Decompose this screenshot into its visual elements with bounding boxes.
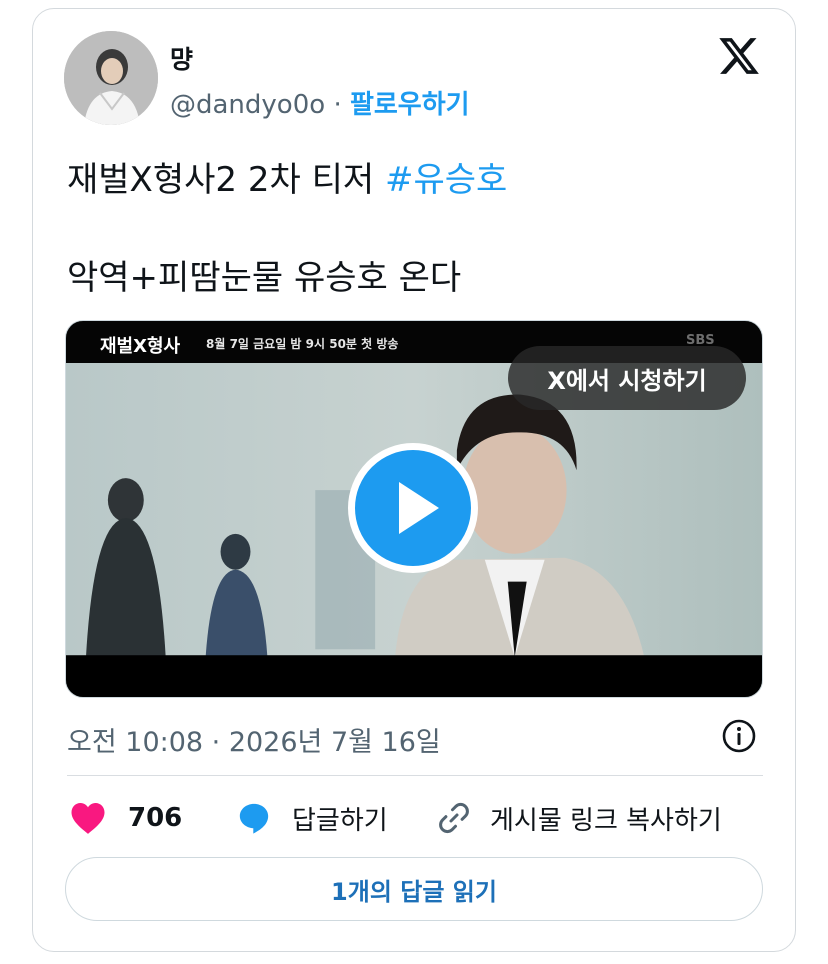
video-player[interactable]: 재벌X형사 8월 7일 금요일 밤 9시 50분 첫 방송 SBS X에서 시청… xyxy=(65,320,763,698)
avatar[interactable] xyxy=(64,31,158,125)
author-handle-row: @dandyo0o · 팔로우하기 xyxy=(170,84,470,121)
separator: · xyxy=(333,90,342,120)
reply-label: 답글하기 xyxy=(292,805,388,836)
author-name[interactable]: 먕 xyxy=(170,40,193,76)
info-icon[interactable] xyxy=(720,717,758,755)
follow-button[interactable]: 팔로우하기 xyxy=(350,90,470,120)
divider xyxy=(67,775,763,776)
x-logo-icon[interactable] xyxy=(716,34,762,78)
hashtag-link[interactable]: #유승호 xyxy=(385,160,507,200)
tweet-text-line1: 재벌X형사2 2차 티저 #유승호 xyxy=(67,152,507,201)
watch-on-x-button[interactable]: X에서 시청하기 xyxy=(508,346,746,410)
author-handle[interactable]: @dandyo0o xyxy=(170,90,325,120)
tweet-text: 재벌X형사2 2차 티저 xyxy=(67,160,385,200)
like-count: 706 xyxy=(128,803,183,833)
reply-bubble-icon xyxy=(239,803,269,834)
banner-subtitle: 8월 7일 금요일 밤 9시 50분 첫 방송 xyxy=(206,337,399,351)
link-icon xyxy=(439,802,469,834)
copy-link-button[interactable]: 게시물 링크 복사하기 xyxy=(436,798,722,838)
tweet-timestamp[interactable]: 오전 10:08 · 2026년 7월 16일 xyxy=(67,720,441,759)
like-button[interactable]: 706 xyxy=(70,798,182,838)
banner-title: 재벌X형사 xyxy=(100,336,181,357)
copy-link-label: 게시물 링크 복사하기 xyxy=(490,805,722,836)
tweet-text-line2: 악역+피땀눈물 유승호 온다 xyxy=(67,258,462,298)
heart-icon xyxy=(71,803,105,834)
play-icon xyxy=(399,482,439,534)
reply-button[interactable]: 답글하기 xyxy=(236,798,388,838)
read-replies-button[interactable]: 1개의 답글 읽기 xyxy=(65,857,763,921)
play-button[interactable] xyxy=(348,443,478,573)
